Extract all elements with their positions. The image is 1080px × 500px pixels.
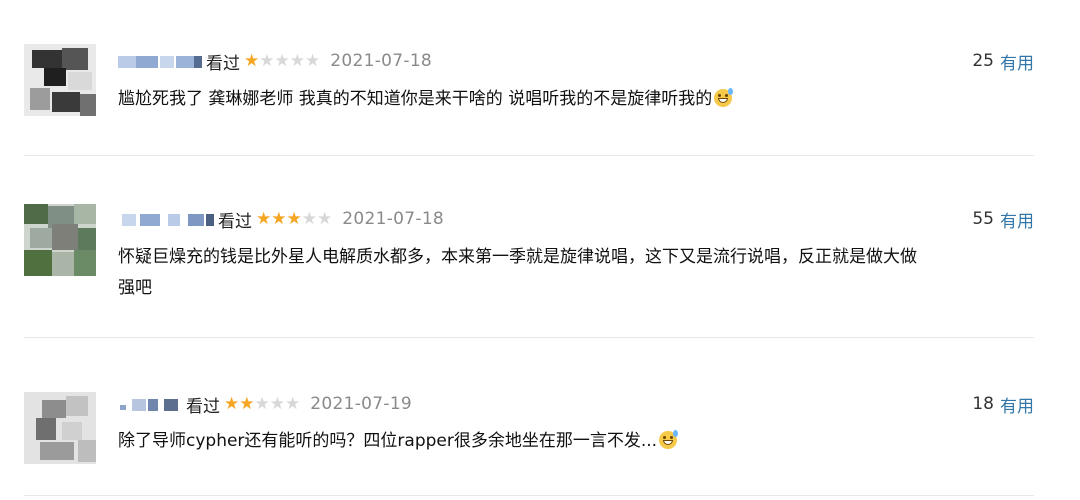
useful-button[interactable]: 有用 <box>1000 392 1034 417</box>
star-rating: ★ ★ ★ ★ ★ <box>244 50 321 71</box>
star-icon: ★ <box>259 50 275 71</box>
comment-text-line: 怀疑巨燥充的钱是比外星人电解质水都多，本来第一季就是旋律说唱，这下又是流行说唱，… <box>118 247 917 267</box>
comment-text: 除了导师cypher还有能听的吗？四位rapper很多余地坐在那一言不发... <box>118 426 1038 457</box>
avatar[interactable] <box>24 392 96 464</box>
grinning-sweat-emoji <box>714 88 734 107</box>
watch-status: 看过 <box>186 396 220 417</box>
star-icon: ★ <box>289 50 305 71</box>
comment-divider <box>24 337 1034 338</box>
star-icon: ★ <box>317 208 333 229</box>
comment-meta: 看过 ★ ★ ★ ★ ★ 2021-07-18 <box>118 205 444 233</box>
avatar[interactable] <box>24 204 96 276</box>
star-rating: ★ ★ ★ ★ ★ <box>256 208 333 229</box>
comment-date: 2021-07-19 <box>310 394 413 414</box>
useful-vote: 18 有用 <box>972 390 1034 418</box>
useful-button[interactable]: 有用 <box>1000 207 1034 232</box>
star-icon: ★ <box>286 208 302 229</box>
star-icon: ★ <box>301 208 317 229</box>
comment-text-line: 强吧 <box>118 278 152 298</box>
comment-meta: 看过 ★ ★ ★ ★ ★ 2021-07-18 <box>118 47 432 75</box>
star-icon: ★ <box>269 393 285 414</box>
star-icon: ★ <box>274 50 290 71</box>
comment-divider <box>24 155 1034 156</box>
useful-vote: 25 有用 <box>972 47 1034 75</box>
star-icon: ★ <box>239 393 255 414</box>
star-icon: ★ <box>224 393 240 414</box>
comment-date: 2021-07-18 <box>330 51 433 71</box>
comment-date: 2021-07-18 <box>342 209 445 229</box>
useful-button[interactable]: 有用 <box>1000 49 1034 74</box>
comment-meta: 看过 ★ ★ ★ ★ ★ 2021-07-19 <box>118 390 412 418</box>
comment-text: 尴尬死我了 龚琳娜老师 我真的不知道你是来干啥的 说唱听我的不是旋律听我的 <box>118 84 1038 115</box>
username-blurred[interactable] <box>118 210 216 228</box>
star-icon: ★ <box>271 208 287 229</box>
grinning-sweat-emoji <box>659 430 679 449</box>
username-blurred[interactable] <box>118 395 184 413</box>
username-blurred[interactable] <box>118 52 204 70</box>
avatar[interactable] <box>24 44 96 116</box>
watch-status: 看过 <box>206 53 240 74</box>
star-icon: ★ <box>254 393 270 414</box>
comment-text: 怀疑巨燥充的钱是比外星人电解质水都多，本来第一季就是旋律说唱，这下又是流行说唱，… <box>118 242 1038 304</box>
useful-vote: 55 有用 <box>972 205 1034 233</box>
useful-count: 25 <box>972 51 994 71</box>
useful-count: 55 <box>972 209 994 229</box>
star-rating: ★ ★ ★ ★ ★ <box>224 393 301 414</box>
star-icon: ★ <box>305 50 321 71</box>
star-icon: ★ <box>244 50 260 71</box>
star-icon: ★ <box>256 208 272 229</box>
comment-divider <box>24 495 1034 496</box>
watch-status: 看过 <box>218 211 252 232</box>
useful-count: 18 <box>972 394 994 414</box>
star-icon: ★ <box>285 393 301 414</box>
